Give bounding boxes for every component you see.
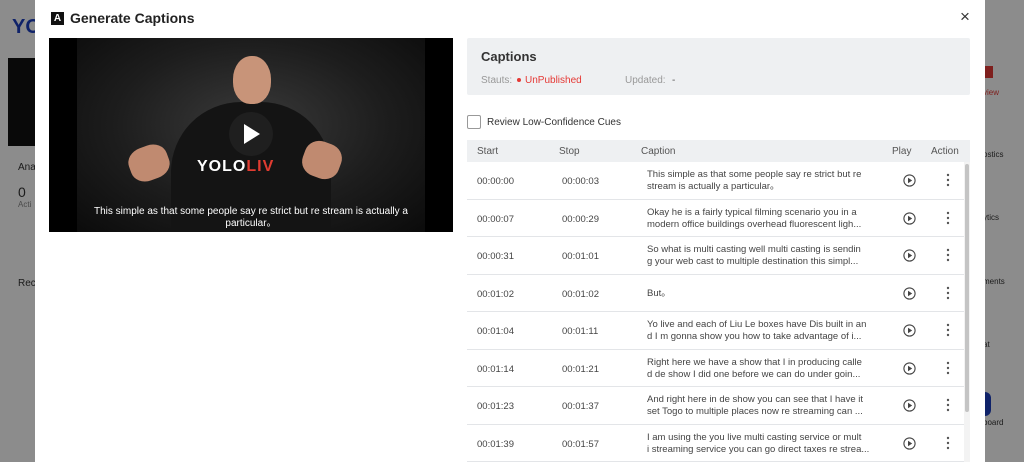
table-row: 00:01:39 00:01:57 I am using the you liv… <box>467 425 964 462</box>
table-row: 00:00:31 00:01:01 So what is multi casti… <box>467 237 964 275</box>
caption-line: d I m gonna show you how to take advanta… <box>647 331 862 342</box>
caption-line: stream is actually a particular。 <box>647 181 780 192</box>
play-circle-icon[interactable] <box>903 174 916 187</box>
column-header-caption: Caption <box>641 146 676 157</box>
caption-line: d de show I did one before we can do und… <box>647 368 861 380</box>
row-stop-time: 00:00:29 <box>562 213 599 225</box>
status-dot-icon <box>517 78 521 82</box>
play-icon <box>244 124 260 144</box>
updated-label: Updated: <box>625 75 666 86</box>
row-caption-text: This simple as that some people say re s… <box>647 169 877 193</box>
play-circle-icon[interactable] <box>903 436 916 450</box>
row-caption-text: So what is multi casting well multi cast… <box>647 244 877 268</box>
play-circle-icon[interactable] <box>903 324 916 337</box>
row-start-time: 00:00:07 <box>477 213 514 225</box>
row-start-time: 00:01:14 <box>477 363 514 375</box>
video-player[interactable]: YOLOLIV This simple as that some people … <box>49 38 453 232</box>
review-low-confidence-label[interactable]: Review Low-Confidence Cues <box>487 117 621 128</box>
app-logo-icon: A <box>51 12 64 25</box>
caption-line: I am using the you live multi casting se… <box>647 431 862 443</box>
row-stop-time: 00:01:37 <box>562 401 599 412</box>
more-vertical-icon[interactable] <box>943 172 953 188</box>
captions-info-panel: Captions Stauts: UnPublished Updated: - <box>467 38 970 95</box>
table-scrollbar[interactable] <box>964 162 970 462</box>
row-start-time: 00:01:23 <box>477 401 514 412</box>
row-stop-time: 00:01:11 <box>562 326 599 337</box>
more-vertical-icon[interactable] <box>943 247 953 263</box>
caption-line: g your web cast to multiple destination … <box>647 256 859 267</box>
caption-line: Okay he is a fairly typical filming scen… <box>647 206 857 218</box>
table-scrollbar-thumb[interactable] <box>965 164 969 412</box>
caption-line: This simple as that some people say re s… <box>647 169 862 180</box>
hoodie-logo: YOLOLIV <box>197 158 274 176</box>
row-stop-time: 00:01:01 <box>562 251 599 262</box>
more-vertical-icon[interactable] <box>943 210 953 226</box>
status-label: Stauts: <box>481 75 513 86</box>
row-caption-text: I am using the you live multi casting se… <box>647 432 877 456</box>
generate-captions-modal: A Generate Captions × YOLOLIV This simpl… <box>35 0 985 462</box>
row-start-time: 00:01:39 <box>477 438 514 450</box>
caption-line: set Togo to multiple places now re strea… <box>647 406 863 417</box>
more-vertical-icon[interactable] <box>943 397 953 413</box>
review-low-confidence-checkbox[interactable] <box>467 115 481 129</box>
captions-table: Start Stop Caption Play Action 00:00:00 … <box>467 140 970 462</box>
hoodie-logo-text: YOLO <box>197 158 247 175</box>
status-badge: UnPublished <box>525 75 582 86</box>
play-circle-icon[interactable] <box>903 211 916 225</box>
table-body: 00:00:00 00:00:03 This simple as that so… <box>467 162 964 462</box>
updated-value: - <box>672 75 676 86</box>
row-caption-text: Okay he is a fairly typical filming scen… <box>647 207 877 231</box>
caption-line: So what is multi casting well multi cast… <box>647 244 861 255</box>
caption-line: And right here in de show you can see th… <box>647 394 863 405</box>
table-header: Start Stop Caption Play Action <box>467 140 970 162</box>
play-circle-icon[interactable] <box>903 249 916 262</box>
table-row: 00:01:14 00:01:21 Right here we have a s… <box>467 350 964 387</box>
row-stop-time: 00:00:03 <box>562 176 599 187</box>
table-row: 00:01:23 00:01:37 And right here in de s… <box>467 387 964 425</box>
more-vertical-icon[interactable] <box>943 360 953 376</box>
row-caption-text: But。 <box>647 288 877 300</box>
close-button[interactable]: × <box>957 8 973 25</box>
more-vertical-icon[interactable] <box>943 322 953 338</box>
column-header-start: Start <box>477 146 499 157</box>
caption-line: modern office buildings overhead fluores… <box>647 218 862 230</box>
video-caption-overlay: This simple as that some people say re s… <box>93 206 408 229</box>
modal-header: A Generate Captions × <box>35 0 985 36</box>
modal-title: Generate Captions <box>70 10 195 26</box>
caption-line: But。 <box>647 287 671 299</box>
row-stop-time: 00:01:57 <box>562 438 599 450</box>
column-header-stop: Stop <box>559 146 580 157</box>
play-circle-icon[interactable] <box>903 399 916 412</box>
video-play-button[interactable] <box>229 112 273 156</box>
row-start-time: 00:01:04 <box>477 326 514 337</box>
caption-line: i streaming service you can go direct ta… <box>647 443 870 455</box>
table-row: 00:00:00 00:00:03 This simple as that so… <box>467 162 964 200</box>
play-circle-icon[interactable] <box>903 361 916 375</box>
caption-line: Yo live and each of Liu Le boxes have Di… <box>647 319 867 330</box>
row-caption-text: Right here we have a show that I in prod… <box>647 357 877 381</box>
caption-line: Right here we have a show that I in prod… <box>647 356 862 368</box>
captions-heading: Captions <box>481 49 537 64</box>
more-vertical-icon[interactable] <box>943 285 953 301</box>
row-stop-time: 00:01:21 <box>562 363 599 375</box>
row-caption-text: And right here in de show you can see th… <box>647 394 877 418</box>
hoodie-logo-accent: LIV <box>246 158 275 175</box>
play-circle-icon[interactable] <box>903 286 916 300</box>
row-start-time: 00:00:31 <box>477 251 514 262</box>
row-stop-time: 00:01:02 <box>562 288 599 300</box>
column-header-play: Play <box>892 146 912 157</box>
row-start-time: 00:01:02 <box>477 288 514 300</box>
table-row: 00:01:02 00:01:02 But。 <box>467 275 964 312</box>
column-header-action: Action <box>931 146 959 157</box>
table-row: 00:00:07 00:00:29 Okay he is a fairly ty… <box>467 200 964 237</box>
video-person-head <box>233 56 271 104</box>
row-start-time: 00:00:00 <box>477 176 514 187</box>
row-caption-text: Yo live and each of Liu Le boxes have Di… <box>647 319 877 343</box>
more-vertical-icon[interactable] <box>943 435 953 451</box>
table-row: 00:01:04 00:01:11 Yo live and each of Li… <box>467 312 964 350</box>
